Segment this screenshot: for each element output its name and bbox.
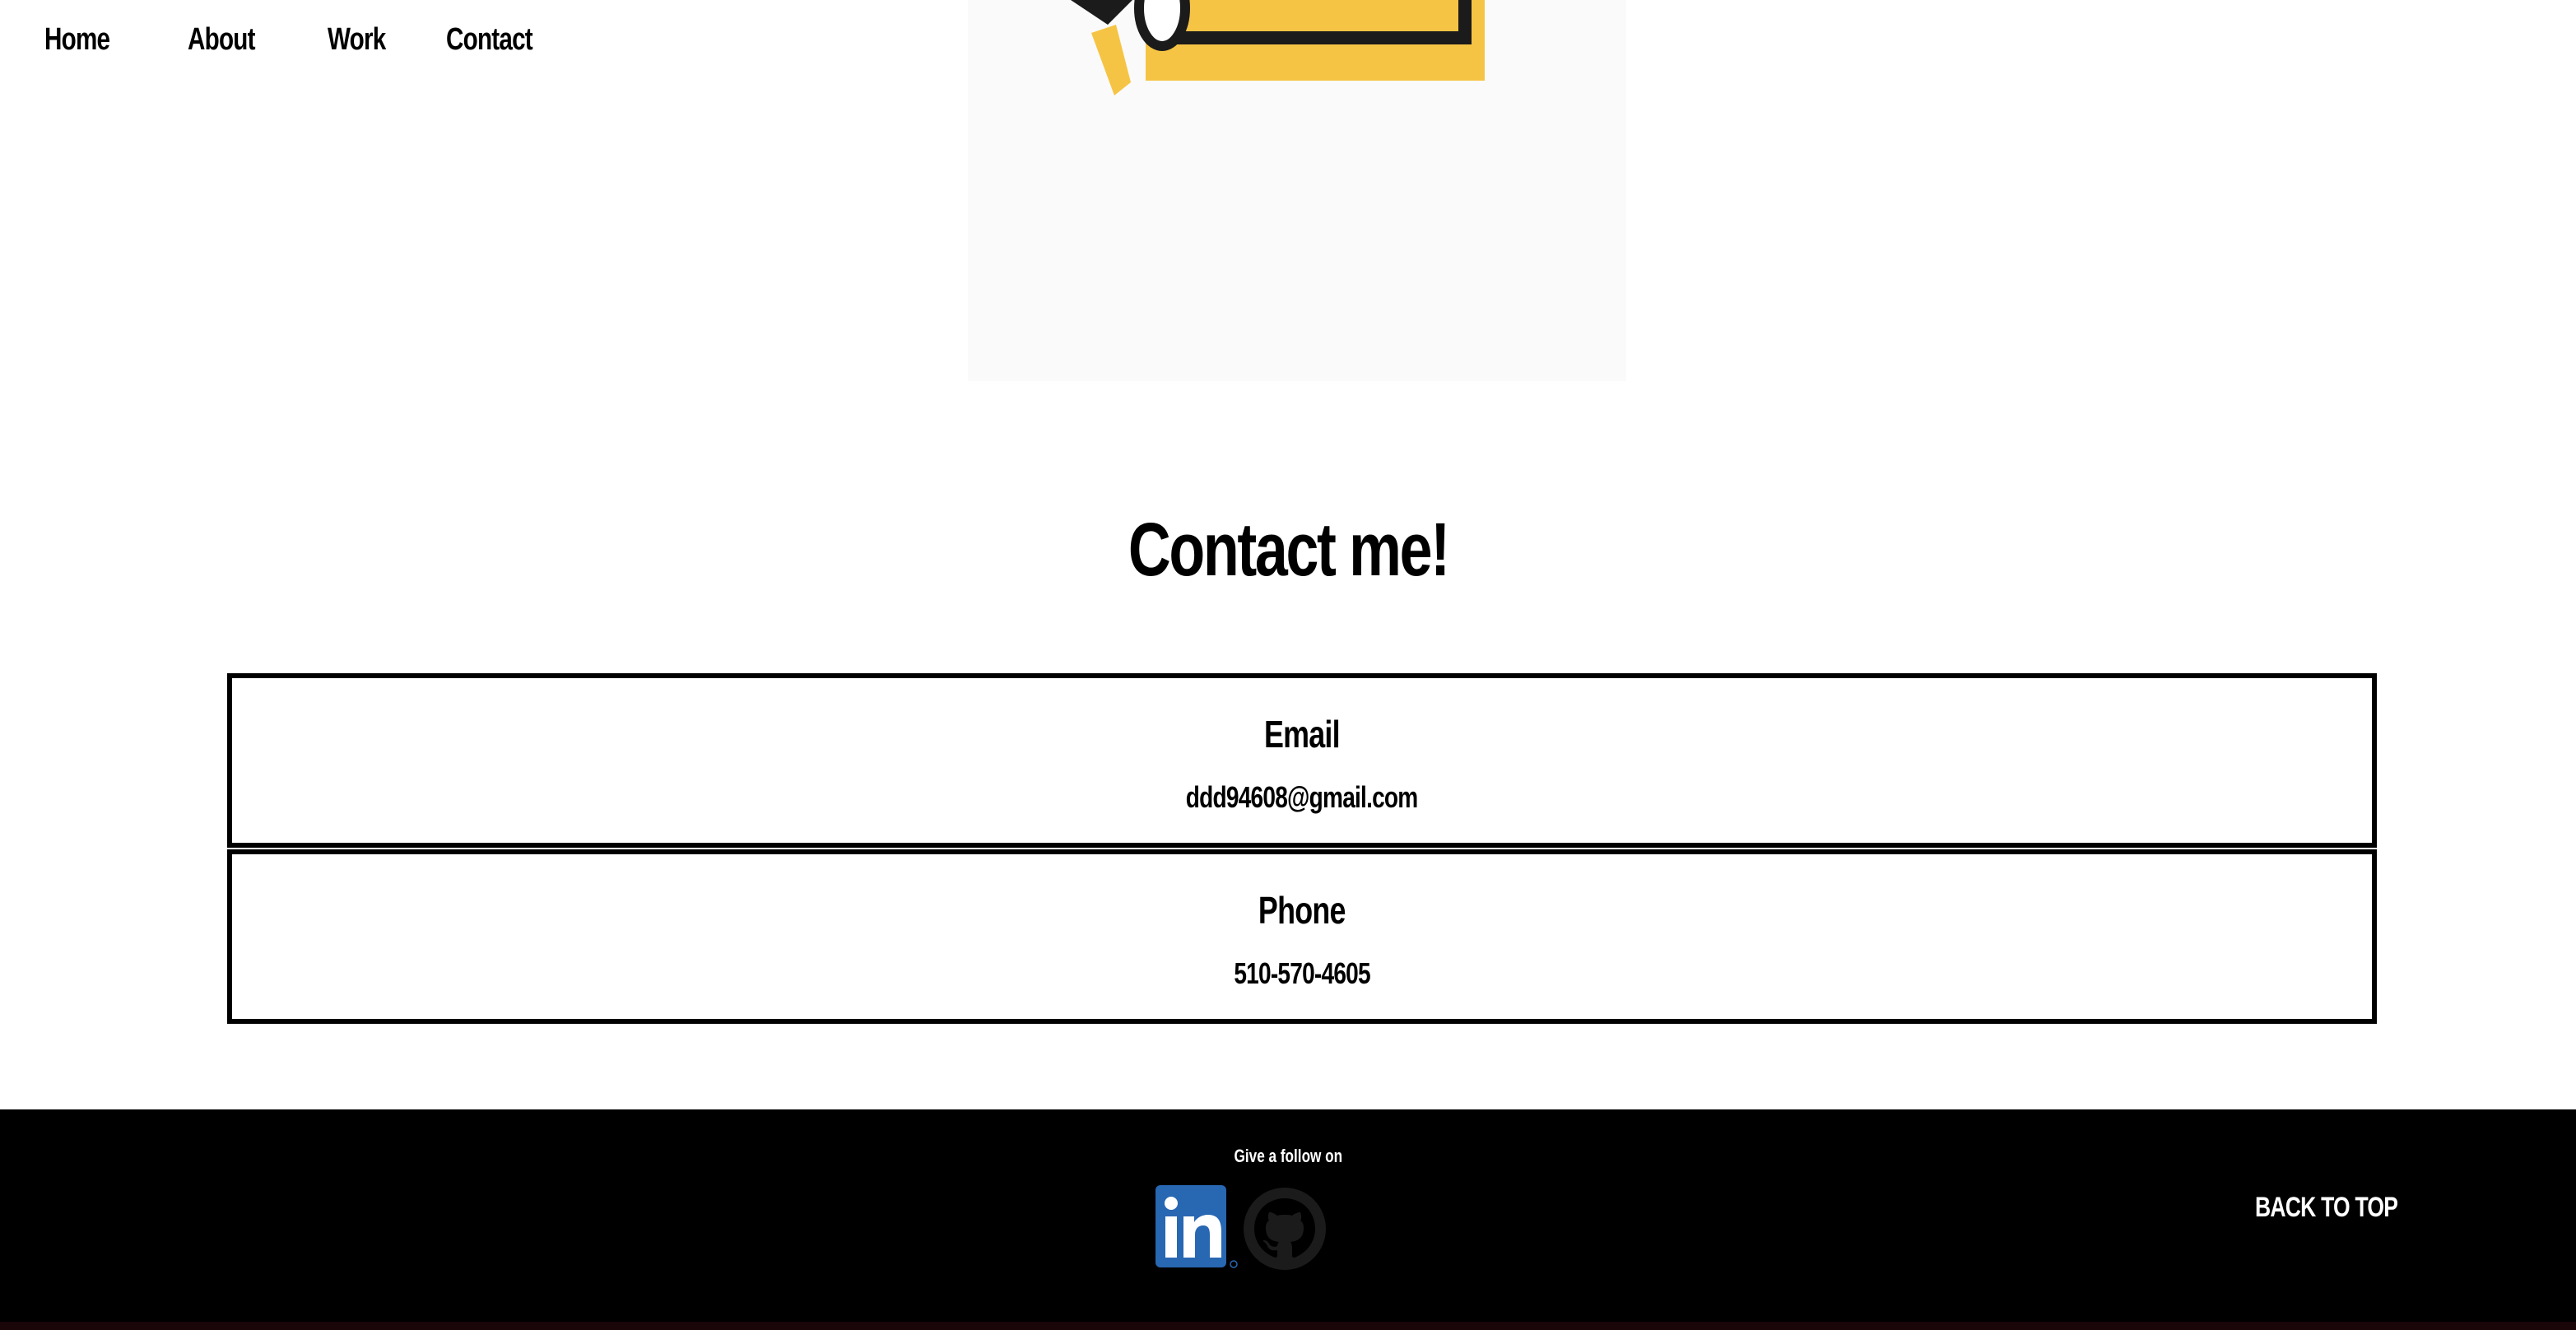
footer-bottom-strip — [0, 1322, 2576, 1330]
megaphone-icon — [968, 0, 1626, 381]
nav-home-link[interactable]: Home — [44, 15, 122, 64]
email-label: Email — [1264, 713, 1341, 756]
phone-label: Phone — [1258, 889, 1346, 932]
top-nav: Home About Work Contact — [44, 15, 619, 64]
contact-title: Contact me! — [1128, 508, 1450, 592]
megaphone-illustration — [968, 0, 1626, 381]
nav-contact-link[interactable]: Contact — [446, 15, 549, 64]
linkedin-icon[interactable] — [1155, 1185, 1241, 1271]
phone-card: Phone 510-570-4605 — [227, 849, 2377, 1024]
nav-about-link[interactable]: About — [188, 15, 265, 64]
github-icon[interactable] — [1243, 1187, 1327, 1271]
phone-value[interactable]: 510-570-4605 — [232, 953, 2372, 994]
email-value[interactable]: ddd94608@gmail.com — [232, 777, 2372, 818]
footer: Give a follow on BACK TO TOP — [0, 1109, 2576, 1322]
back-to-top-link[interactable]: BACK TO TOP — [2255, 1187, 2438, 1228]
nav-work-link[interactable]: Work — [328, 15, 386, 64]
follow-text: Give a follow on — [1234, 1146, 1342, 1166]
email-card: Email ddd94608@gmail.com — [227, 673, 2377, 848]
